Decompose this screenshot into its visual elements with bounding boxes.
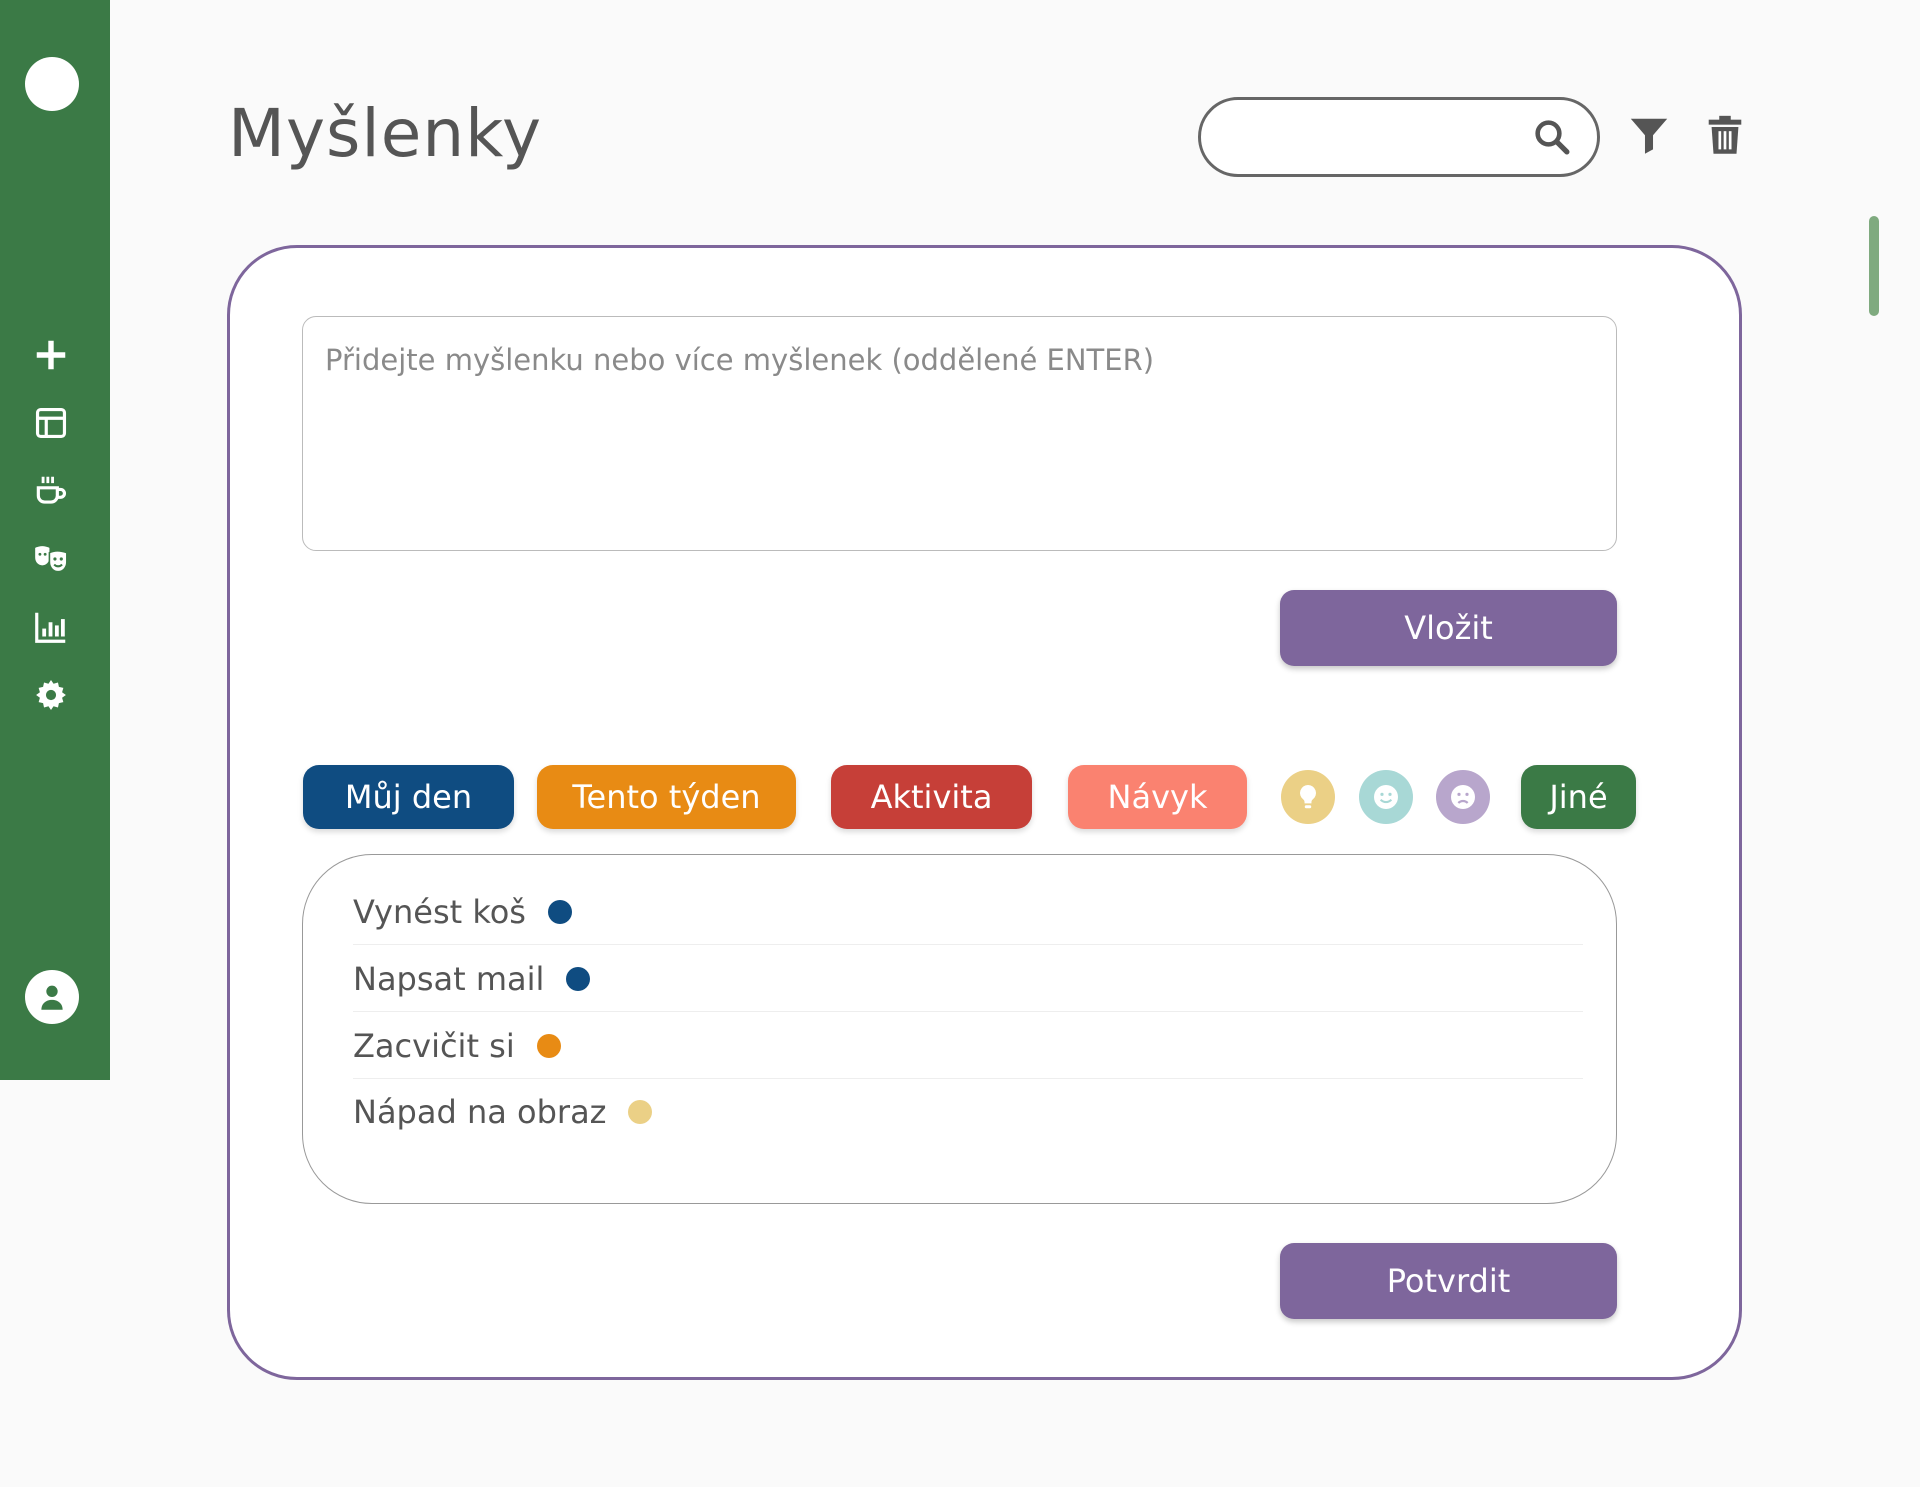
category-habit[interactable]: Návyk	[1068, 765, 1247, 829]
list-item[interactable]: Vynést koš	[353, 879, 1583, 945]
logo[interactable]	[25, 57, 79, 111]
search-input[interactable]	[1229, 116, 1519, 158]
thought-label: Zacvičit si	[353, 1026, 515, 1065]
sidebar-add-icon[interactable]	[28, 332, 74, 378]
page-title: Myšlenky	[228, 95, 543, 172]
insert-button[interactable]: Vložit	[1280, 590, 1617, 666]
thought-composer	[302, 316, 1617, 551]
mood-sad[interactable]	[1436, 770, 1490, 824]
list-item[interactable]: Napsat mail	[353, 946, 1583, 1012]
theater-masks-icon	[35, 546, 68, 573]
category-dot	[628, 1100, 653, 1124]
sidebar-layout-icon[interactable]	[28, 400, 74, 446]
confirm-button[interactable]: Potvrdit	[1280, 1243, 1617, 1319]
thought-label: Nápad na obraz	[353, 1093, 607, 1131]
mood-happy[interactable]	[1359, 770, 1413, 824]
scrollbar-thumb[interactable]	[1869, 216, 1879, 316]
gear-icon	[36, 679, 66, 711]
category-dot	[536, 1033, 561, 1058]
sidebar-masks-icon[interactable]	[28, 536, 74, 582]
layout-icon	[35, 407, 67, 439]
search-icon[interactable]	[1531, 116, 1573, 158]
sidebar-settings-icon[interactable]	[28, 672, 74, 718]
lightbulb-icon	[1300, 785, 1316, 809]
smile-icon	[1374, 785, 1398, 809]
sidebar-coffee-icon[interactable]	[28, 468, 74, 514]
category-other[interactable]: Jiné	[1521, 765, 1636, 829]
list-item[interactable]: Nápad na obraz	[353, 1079, 1583, 1145]
user-icon	[41, 985, 63, 1010]
bar-chart-icon	[35, 612, 66, 643]
profile-button[interactable]	[25, 970, 79, 1024]
category-dot	[566, 966, 591, 991]
thought-list: Vynést koš Napsat mail Zacvičit si Nápad…	[302, 854, 1617, 1204]
mood-idea[interactable]	[1281, 770, 1335, 824]
thought-label: Napsat mail	[353, 959, 545, 998]
plus-icon	[36, 340, 66, 370]
coffee-cup-icon	[36, 476, 67, 504]
list-item[interactable]: Zacvičit si	[353, 1013, 1583, 1079]
sad-face-icon	[1451, 785, 1475, 809]
sidebar-stats-icon[interactable]	[28, 604, 74, 650]
category-dot	[547, 899, 572, 924]
thought-label: Vynést koš	[353, 892, 526, 931]
thought-input[interactable]	[303, 317, 1616, 550]
trash-icon[interactable]	[1702, 112, 1748, 158]
search-box	[1198, 97, 1600, 177]
category-my-day[interactable]: Můj den	[303, 765, 514, 829]
sidebar	[0, 0, 110, 1080]
category-this-week[interactable]: Tento týden	[537, 765, 796, 829]
filter-icon[interactable]	[1626, 112, 1672, 158]
category-activity[interactable]: Aktivita	[831, 765, 1032, 829]
